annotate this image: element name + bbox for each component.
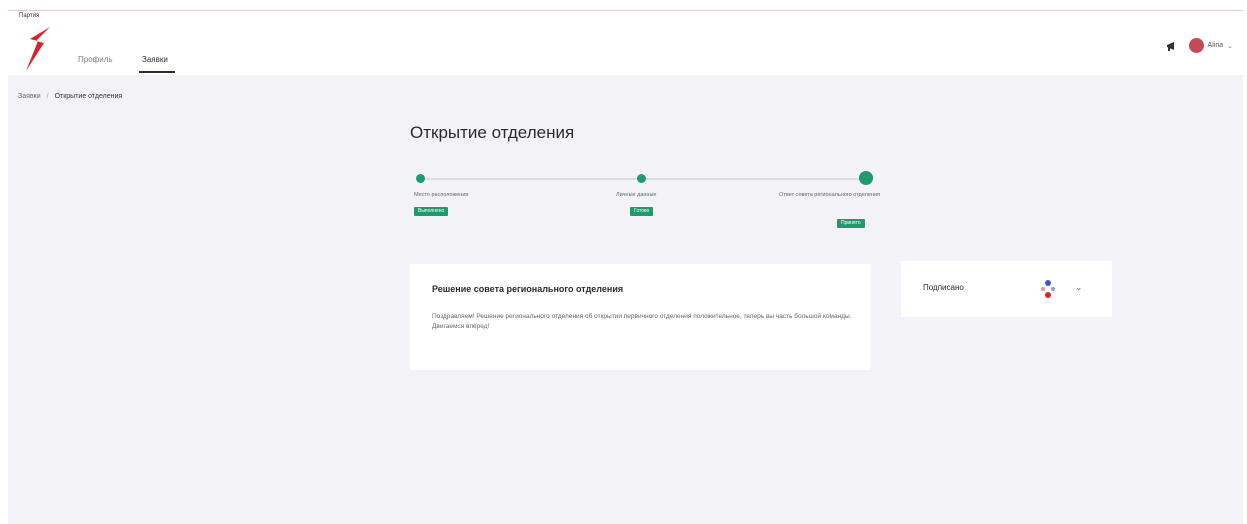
step-3-dot <box>859 171 873 185</box>
tab-profile[interactable]: Профиль <box>78 55 113 64</box>
decision-card-text: Поздравляем! Решение регионального отдел… <box>432 313 852 330</box>
breadcrumb-separator: / <box>46 93 49 100</box>
chevron-down-icon[interactable]: ⌄ <box>1075 282 1083 293</box>
signature-status-label: Подписано <box>923 283 964 292</box>
signature-stamp-icon <box>1041 280 1055 298</box>
app-window: Партия Профиль Заявки Alina ⌄ Заявки / О… <box>8 10 1243 524</box>
step-3-label: Ответ совета регионального отделения <box>779 192 880 198</box>
header-actions: Alina ⌄ <box>1165 38 1233 53</box>
breadcrumb-item-applications[interactable]: Заявки <box>18 93 41 100</box>
step-2-label: Личные данные <box>616 192 657 198</box>
breadcrumb: Заявки / Открытие отделения <box>18 93 122 100</box>
decision-card: Решение совета регионального отделения П… <box>410 264 871 370</box>
tab-applications[interactable]: Заявки <box>142 55 168 64</box>
step-2-status-badge: Готово <box>630 207 654 216</box>
party-logo-icon[interactable] <box>22 25 52 73</box>
user-menu[interactable]: Alina ⌄ <box>1188 38 1233 53</box>
active-tab-indicator <box>139 71 175 73</box>
chevron-down-icon: ⌄ <box>1227 42 1233 50</box>
step-1-label: Место расположения <box>414 192 469 198</box>
avatar <box>1188 38 1204 53</box>
signature-card[interactable]: Подписано ⌄ <box>901 261 1112 317</box>
step-1-dot <box>416 174 425 183</box>
breadcrumb-item-current: Открытие отделения <box>54 93 123 100</box>
decision-card-title: Решение совета регионального отделения <box>432 284 624 294</box>
logo-caption: Партия <box>19 13 40 19</box>
step-2-dot <box>637 174 646 183</box>
page-title: Открытие отделения <box>410 123 575 142</box>
top-bar: Партия Профиль Заявки Alina ⌄ <box>8 11 1243 75</box>
step-3-status-badge: Принято <box>837 219 865 228</box>
user-name: Alina <box>1207 42 1224 49</box>
megaphone-icon[interactable] <box>1165 39 1179 53</box>
step-1-status-badge: Выполнено <box>414 207 449 216</box>
progress-stepper: Место расположения Выполнено Личные данн… <box>410 171 880 241</box>
